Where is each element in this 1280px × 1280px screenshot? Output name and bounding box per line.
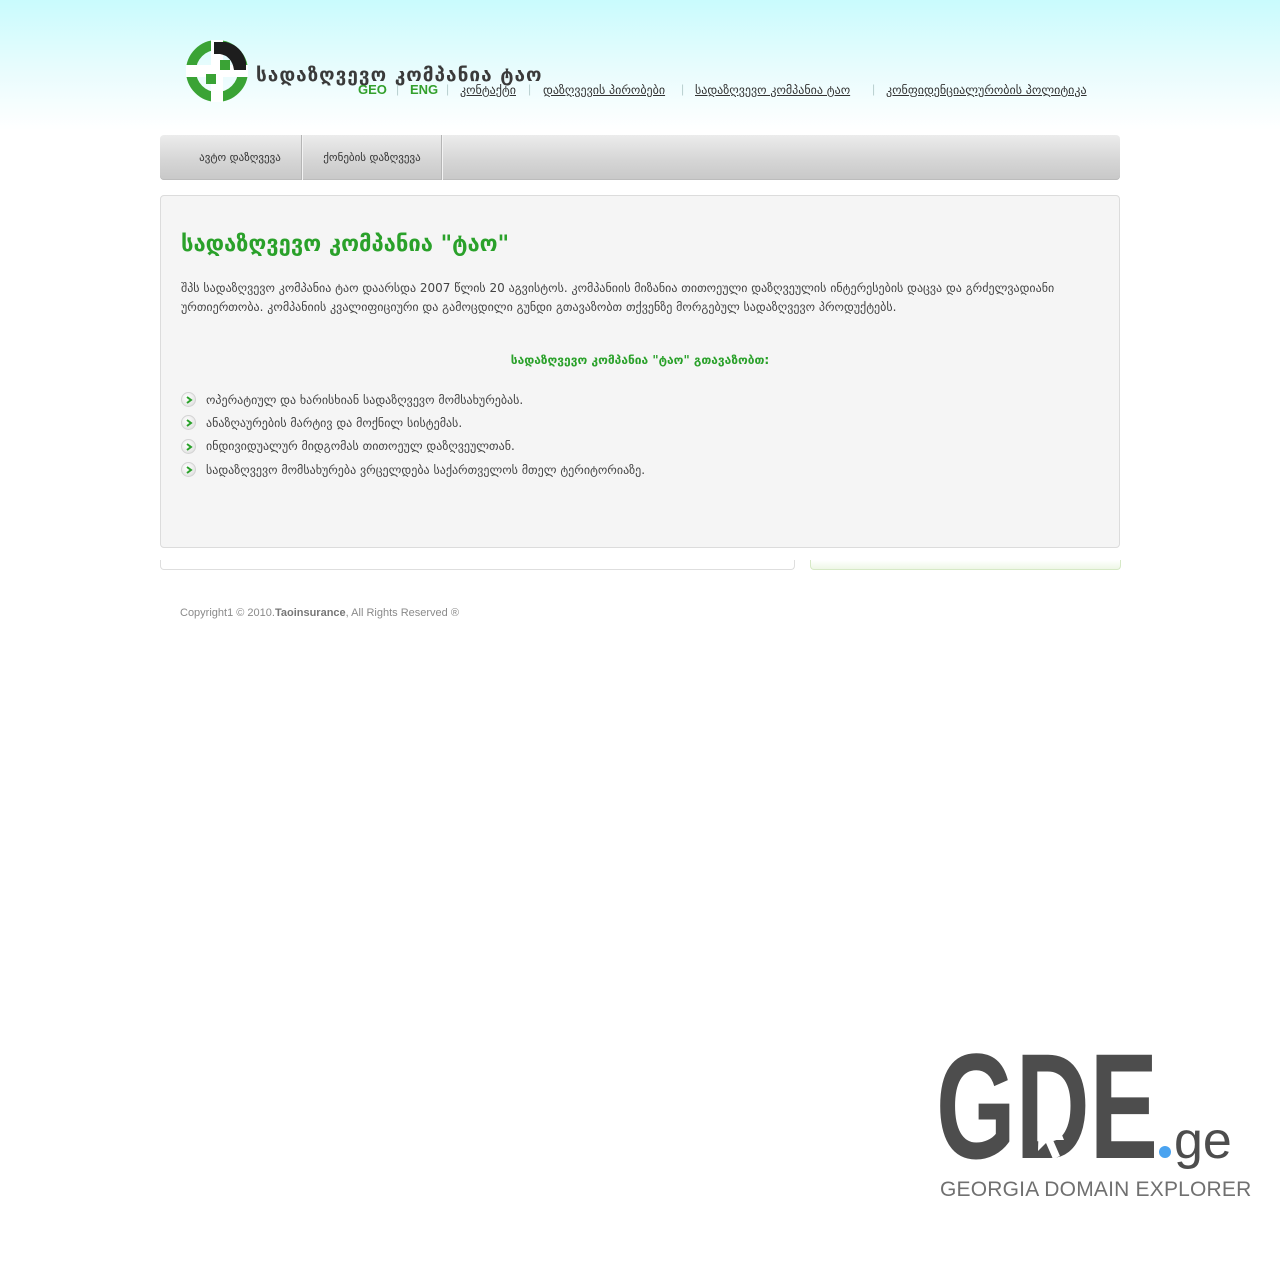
- top-link-terms[interactable]: დაზღვევის პირობები: [543, 83, 665, 97]
- top-link-company[interactable]: სადაზღვევო კომპანია ტაო: [695, 83, 850, 97]
- offer-list: ოპერატიულ და ხარისხიან სადაზღვევო მომსახ…: [181, 388, 645, 481]
- separator: |: [681, 82, 685, 96]
- lang-eng-link[interactable]: ENG: [410, 82, 438, 97]
- list-item: სადაზღვევო მომსახურება ვრცელდება საქართვ…: [181, 458, 645, 481]
- separator: |: [446, 82, 450, 96]
- top-link-contact[interactable]: კონტაქტი: [460, 83, 516, 97]
- list-item-text: ოპერატიულ და ხარისხიან სადაზღვევო მომსახ…: [206, 392, 524, 407]
- chevron-right-icon: [181, 392, 196, 408]
- watermark-dot: [1159, 1146, 1171, 1158]
- main-content: სადაზღვევო კომპანია "ტაო" შპს სადაზღვევო…: [160, 195, 1120, 548]
- copyright-prefix: Copyright1 © 2010.: [180, 607, 275, 619]
- watermark-subtitle: GEORGIA DOMAIN EXPLORER: [940, 1178, 1252, 1201]
- offer-heading: სადაზღვევო კომპანია "ტაო" გთავაზობთ:: [510, 353, 770, 367]
- list-item-text: ინდივიდუალურ მიდგომას თითოეულ დაზღვეულთა…: [206, 439, 515, 454]
- top-link-privacy[interactable]: კონფიდენციალურობის პოლიტიკა: [886, 83, 1087, 97]
- footer-panel-left: [160, 560, 795, 570]
- copyright-suffix: , All Rights Reserved ®: [345, 607, 459, 619]
- separator: |: [872, 82, 876, 96]
- separator: |: [396, 82, 400, 96]
- copyright: Copyright1 © 2010.Taoinsurance, All Righ…: [180, 607, 459, 619]
- company-logo-icon[interactable]: [186, 40, 248, 102]
- chevron-right-icon: [181, 415, 196, 431]
- separator: |: [528, 82, 532, 96]
- list-item: ოპერატიულ და ხარისხიან სადაზღვევო მომსახ…: [181, 388, 645, 411]
- intro-text: შპს სადაზღვევო კომპანია ტაო დაარსდა 2007…: [181, 281, 1055, 314]
- list-item: ინდივიდუალურ მიდგომას თითოეულ დაზღვეულთა…: [181, 435, 645, 458]
- footer-panel-right: [810, 560, 1121, 570]
- watermark-tld: ge: [1174, 1112, 1232, 1170]
- chevron-right-icon: [181, 438, 196, 454]
- copyright-brand: Taoinsurance: [274, 607, 346, 619]
- nav-item-property-insurance[interactable]: ქონების დაზღვევა: [302, 135, 442, 180]
- list-item-text: ანაზღაურების მარტივ და მოქნილ სისტემას.: [206, 415, 463, 430]
- list-item: ანაზღაურების მარტივ და მოქნილ სისტემას.: [181, 411, 645, 434]
- nav-divider: [441, 135, 442, 180]
- chevron-right-icon: [181, 462, 196, 478]
- lang-geo-link[interactable]: GEO: [358, 82, 387, 97]
- nav-item-auto-insurance[interactable]: ავტო დაზღვევა: [180, 135, 300, 180]
- list-item-text: სადაზღვევო მომსახურება ვრცელდება საქართვ…: [206, 462, 646, 477]
- page-title: სადაზღვევო კომპანია "ტაო": [181, 232, 510, 257]
- main-nav: ავტო დაზღვევა ქონების დაზღვევა: [160, 135, 1120, 180]
